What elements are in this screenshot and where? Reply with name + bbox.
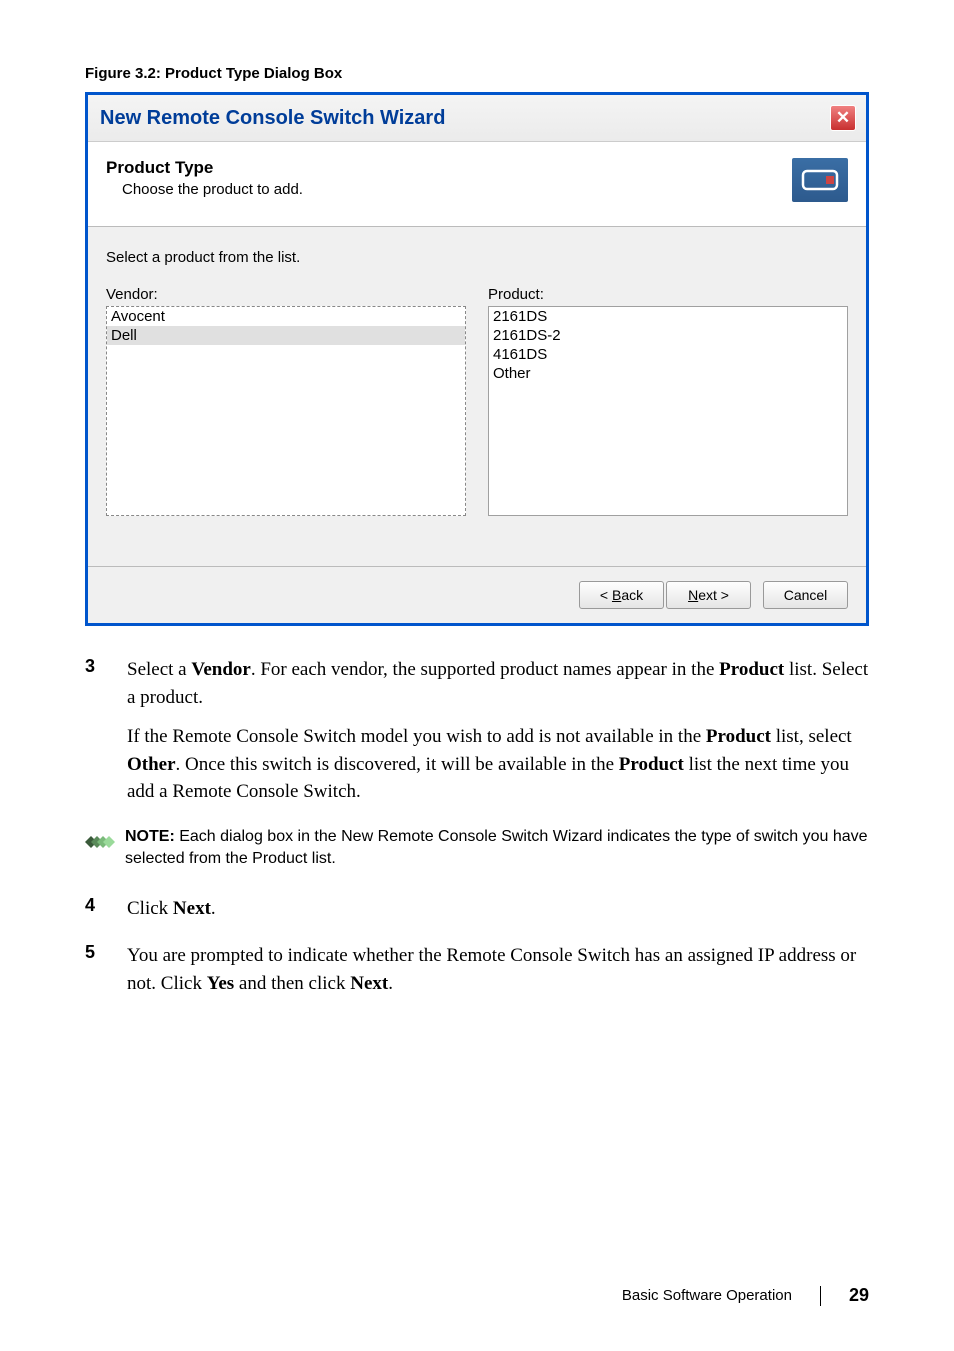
product-icon	[792, 158, 848, 202]
wizard-titlebar: New Remote Console Switch Wizard ✕	[88, 95, 866, 142]
note-block: NOTE: Each dialog box in the New Remote …	[85, 826, 869, 871]
step-text: Click Next.	[127, 895, 216, 923]
wizard-dialog: New Remote Console Switch Wizard ✕ Produ…	[85, 92, 869, 626]
vendor-label: Vendor:	[106, 286, 466, 303]
back-button[interactable]: < Back	[579, 581, 664, 609]
step-text: Select a Vendor. For each vendor, the su…	[127, 656, 869, 806]
list-item[interactable]: Avocent	[107, 307, 465, 326]
wizard-body: Select a product from the list. Vendor: …	[88, 227, 866, 566]
wizard-header-sub: Choose the product to add.	[122, 181, 303, 198]
list-item[interactable]: Dell	[107, 326, 465, 345]
wizard-header-main: Product Type	[106, 158, 303, 178]
step-number: 4	[85, 895, 127, 923]
list-item[interactable]: 2161DS	[489, 307, 847, 326]
step-number: 3	[85, 656, 127, 806]
next-button[interactable]: Next >	[666, 581, 751, 609]
cancel-button[interactable]: Cancel	[763, 581, 848, 609]
list-item[interactable]: Other	[489, 364, 847, 383]
wizard-header-text: Product Type Choose the product to add.	[106, 158, 303, 198]
footer-page-number: 29	[849, 1285, 869, 1306]
close-icon: ✕	[836, 108, 850, 128]
page-footer: Basic Software Operation 29	[622, 1285, 869, 1306]
wizard-title: New Remote Console Switch Wizard	[100, 107, 445, 130]
figure-caption: Figure 3.2: Product Type Dialog Box	[85, 65, 869, 82]
step-text: You are prompted to indicate whether the…	[127, 942, 869, 997]
product-listbox[interactable]: 2161DS 2161DS-2 4161DS Other	[488, 306, 848, 516]
vendor-listbox[interactable]: Avocent Dell	[106, 306, 466, 516]
wizard-instruction: Select a product from the list.	[106, 249, 848, 266]
list-item[interactable]: 4161DS	[489, 345, 847, 364]
list-item[interactable]: 2161DS-2	[489, 326, 847, 345]
footer-section: Basic Software Operation	[622, 1287, 792, 1304]
close-button[interactable]: ✕	[830, 105, 856, 131]
step-number: 5	[85, 942, 127, 997]
footer-divider	[820, 1286, 821, 1306]
wizard-header: Product Type Choose the product to add.	[88, 142, 866, 227]
note-icon	[85, 827, 115, 857]
wizard-footer: < Back Next > Cancel	[88, 566, 866, 623]
product-label: Product:	[488, 286, 848, 303]
note-text: NOTE: Each dialog box in the New Remote …	[125, 826, 869, 871]
